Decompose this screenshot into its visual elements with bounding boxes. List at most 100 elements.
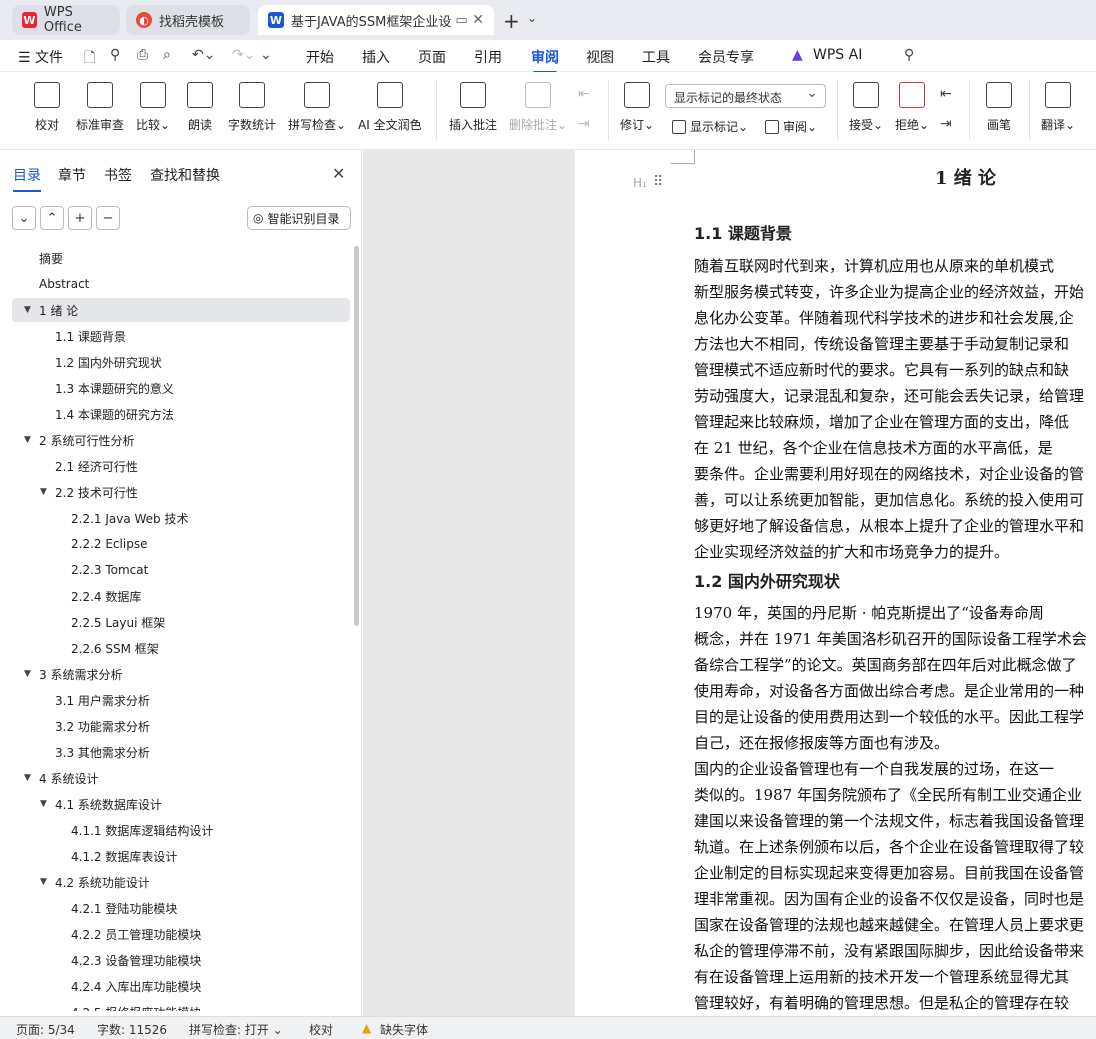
insert-comment-button[interactable]: 插入批注 (449, 82, 497, 133)
close-tab-icon[interactable]: ✕ (472, 12, 484, 28)
review-pane-button[interactable]: 审阅 ⌄ (765, 118, 817, 135)
toc-item[interactable]: 1.4 本课题的研究方法 (12, 402, 350, 426)
toc-item[interactable]: 1.1 课题背景 (12, 324, 350, 348)
toc-item[interactable]: 1.2 国内外研究现状 (12, 350, 350, 374)
menu-wps-ai[interactable]: WPS AI (813, 47, 862, 63)
menu-tools[interactable]: 工具 (642, 47, 670, 67)
show-markup-button[interactable]: 显示标记 ⌄ (672, 118, 748, 135)
tab-template[interactable]: ◐ 找稻壳模板 (126, 5, 250, 35)
pen-button[interactable]: 画笔 (986, 82, 1012, 133)
ai-polish-label: AI 全文润色 (358, 118, 422, 132)
toc-item[interactable]: ▼ 2 系统可行性分析 (12, 428, 350, 452)
read-aloud-button[interactable]: 朗读 (187, 82, 213, 133)
toc-item[interactable]: 2.1 经济可行性 (12, 454, 350, 478)
markup-mode-select[interactable]: 显示标记的最终状态 (665, 84, 826, 108)
toc-item[interactable]: 2.2.6 SSM 框架 (12, 636, 350, 660)
drag-handle-icon[interactable]: ⠿ (653, 174, 663, 190)
menu-insert[interactable]: 插入 (362, 47, 390, 67)
tab-toc[interactable]: 目录 (13, 165, 41, 192)
translate-button[interactable]: 翻译⌄ (1041, 82, 1075, 133)
toc-item[interactable]: ▼ 1 绪 论 (12, 298, 350, 322)
menu-review[interactable]: 审阅 (531, 47, 559, 74)
toc-item[interactable]: 4.2.2 员工管理功能模块 (12, 922, 350, 946)
menu-page[interactable]: 页面 (418, 47, 446, 67)
standard-review-button[interactable]: 标准审查 (76, 82, 124, 133)
toc-item[interactable]: ▼ 3 系统需求分析 (12, 662, 350, 686)
toc-item[interactable]: 4.2.1 登陆功能模块 (12, 896, 350, 920)
toc-item[interactable]: 2.2.1 Java Web 技术 (12, 506, 350, 530)
toc-item[interactable]: 4.2.3 设备管理功能模块 (12, 948, 350, 972)
redo-icon[interactable]: ↷⌄ (232, 47, 255, 63)
toc-item[interactable]: 4.2.5 报修报废功能模块 (12, 1000, 350, 1012)
tab-sections[interactable]: 章节 (58, 165, 86, 185)
smart-toc-button[interactable]: ◎ 智能识别目录 (247, 206, 351, 230)
menu-references[interactable]: 引用 (474, 47, 502, 67)
toc-item[interactable]: ▼ 2.2 技术可行性 (12, 480, 350, 504)
print-icon[interactable]: ⎙ (137, 47, 148, 63)
toc-item[interactable]: 4.2.4 入库出库功能模块 (12, 974, 350, 998)
search-icon[interactable]: ⚲ (904, 47, 914, 63)
save-icon[interactable]: 🗋 (84, 47, 95, 71)
toc-item[interactable]: 3.2 功能需求分析 (12, 714, 350, 738)
next-change-icon[interactable]: ⇥ (940, 116, 952, 132)
reject-button[interactable]: 拒绝⌄ (895, 82, 929, 133)
toc-item[interactable]: 1.3 本课题研究的意义 (12, 376, 350, 400)
word-count-status[interactable]: 字数: 11526 (97, 1021, 167, 1038)
more-chevron-icon[interactable]: ⌄ (260, 47, 272, 63)
ai-polish-button[interactable]: AI 全文润色 (358, 82, 422, 133)
close-pane-icon[interactable]: ✕ (332, 164, 345, 183)
toc-item[interactable]: 3.1 用户需求分析 (12, 688, 350, 712)
spell-check-status[interactable]: 拼写检查: 打开 ⌄ (189, 1021, 283, 1038)
toc-item[interactable]: ▼ 4 系统设计 (12, 766, 350, 790)
toc-item[interactable]: 摘要 (12, 246, 350, 270)
expand-up-button[interactable]: ⌃ (40, 206, 64, 230)
print-preview-icon[interactable]: ⌕ (163, 47, 171, 63)
file-menu[interactable]: ☰ 文件 (18, 47, 63, 67)
toc-item[interactable]: 4.1.1 数据库逻辑结构设计 (12, 818, 350, 842)
delete-comment-button[interactable]: 删除批注⌄ (509, 82, 567, 133)
collapse-all-button[interactable]: ⌄ (12, 206, 36, 230)
new-tab-icon[interactable]: + (503, 9, 520, 33)
tab-find-replace[interactable]: 查找和替换 (150, 165, 220, 185)
spell-check-button[interactable]: 拼写检查⌄ (288, 82, 346, 133)
expand-arrow-icon[interactable]: ▼ (24, 305, 31, 315)
proof-button[interactable]: 校对 (34, 82, 60, 133)
toc-item[interactable]: 2.2.2 Eclipse (12, 532, 350, 556)
toc-item[interactable]: 3.3 其他需求分析 (12, 740, 350, 764)
toc-scrollbar[interactable] (354, 246, 359, 626)
missing-font-status[interactable]: 缺失字体 (380, 1021, 428, 1038)
share-icon[interactable]: ⚲ (110, 47, 120, 63)
prev-comment-icon[interactable]: ⇤ (578, 86, 590, 102)
expand-arrow-icon[interactable]: ▼ (24, 435, 31, 445)
toc-item[interactable]: ▼ 4.1 系统数据库设计 (12, 792, 350, 816)
menu-membership[interactable]: 会员专享 (698, 47, 754, 67)
toc-item[interactable]: 2.2.4 数据库 (12, 584, 350, 608)
chevron-down-icon[interactable]: ⌄ (527, 11, 537, 25)
add-heading-button[interactable]: + (68, 206, 92, 230)
toc-item[interactable]: Abstract (12, 272, 350, 296)
page-count[interactable]: 页面: 5/34 (16, 1021, 75, 1038)
prev-change-icon[interactable]: ⇤ (940, 86, 952, 102)
tab-wps-office[interactable]: W WPS Office (12, 5, 120, 35)
expand-arrow-icon[interactable]: ▼ (24, 669, 31, 679)
toc-item[interactable]: 4.1.2 数据库表设计 (12, 844, 350, 868)
next-comment-icon[interactable]: ⇥ (578, 116, 590, 132)
toc-item[interactable]: ▼ 4.2 系统功能设计 (12, 870, 350, 894)
compare-button[interactable]: 比较⌄ (136, 82, 170, 133)
tab-bookmarks[interactable]: 书签 (104, 165, 132, 185)
menu-home[interactable]: 开始 (306, 47, 334, 67)
expand-arrow-icon[interactable]: ▼ (40, 877, 47, 887)
accept-button[interactable]: 接受⌄ (849, 82, 883, 133)
expand-arrow-icon[interactable]: ▼ (40, 487, 47, 497)
undo-icon[interactable]: ↶⌄ (192, 47, 215, 63)
menu-view[interactable]: 视图 (586, 47, 614, 67)
expand-arrow-icon[interactable]: ▼ (24, 773, 31, 783)
word-count-button[interactable]: 字数统计 (228, 82, 276, 133)
tab-document[interactable]: W 基于JAVA的SSM框架企业设 ▭ ✕ (258, 5, 494, 35)
toc-item[interactable]: 2.2.5 Layui 框架 (12, 610, 350, 634)
remove-heading-button[interactable]: − (96, 206, 120, 230)
expand-arrow-icon[interactable]: ▼ (40, 799, 47, 809)
revise-button[interactable]: 修订⌄ (620, 82, 654, 133)
proof-status[interactable]: 校对 (309, 1021, 333, 1038)
toc-item[interactable]: 2.2.3 Tomcat (12, 558, 350, 582)
